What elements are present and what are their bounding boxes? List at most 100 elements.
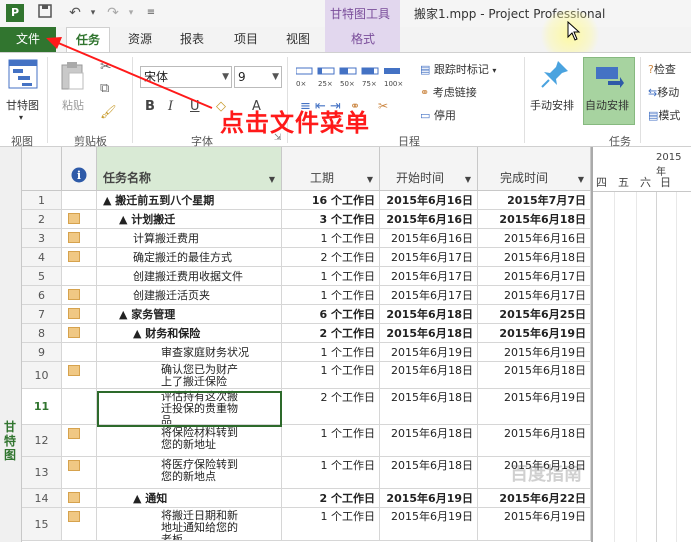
task-finish[interactable]: 2015年6月19日 <box>478 508 591 541</box>
task-duration[interactable]: 1 个工作日 <box>282 267 380 286</box>
header-start[interactable]: 开始时间 ▼ <box>380 147 478 191</box>
row-number[interactable]: 7 <box>22 305 62 324</box>
header-task-name[interactable]: 任务名称 ▼ <box>97 147 282 191</box>
task-finish[interactable]: 2015年6月18日 <box>478 248 591 267</box>
task-finish[interactable]: 2015年6月19日 <box>478 389 591 425</box>
row-number[interactable]: 2 <box>22 210 62 229</box>
task-name-cell[interactable]: 确定搬迁的最佳方式 <box>97 248 282 267</box>
task-finish[interactable]: 2015年7月7日 <box>478 191 591 210</box>
task-duration[interactable]: 2 个工作日 <box>282 389 380 425</box>
row-number[interactable]: 1 <box>22 191 62 210</box>
task-duration[interactable]: 1 个工作日 <box>282 362 380 389</box>
task-name-cell[interactable]: 创建搬迁活页夹 <box>97 286 282 305</box>
indicator-cell[interactable] <box>62 343 97 362</box>
row-number[interactable]: 14 <box>22 489 62 508</box>
indicator-cell[interactable] <box>62 389 97 425</box>
task-start[interactable]: 2015年6月18日 <box>380 425 478 457</box>
task-duration[interactable]: 1 个工作日 <box>282 286 380 305</box>
task-start[interactable]: 2015年6月19日 <box>380 508 478 541</box>
task-duration[interactable]: 2 个工作日 <box>282 489 380 508</box>
task-finish[interactable]: 2015年6月18日 <box>478 362 591 389</box>
task-start[interactable]: 2015年6月17日 <box>380 267 478 286</box>
task-finish[interactable]: 2015年6月17日 <box>478 267 591 286</box>
task-name-cell[interactable]: ▲ 通知 <box>97 489 282 508</box>
task-start[interactable]: 2015年6月16日 <box>380 210 478 229</box>
row-number[interactable]: 13 <box>22 457 62 489</box>
indicator-cell[interactable] <box>62 324 97 343</box>
task-finish[interactable]: 2015年6月17日 <box>478 286 591 305</box>
indicator-cell[interactable] <box>62 305 97 324</box>
task-finish[interactable]: 2015年6月18日 <box>478 425 591 457</box>
indicator-cell[interactable] <box>62 229 97 248</box>
indicator-cell[interactable] <box>62 508 97 541</box>
task-start[interactable]: 2015年6月17日 <box>380 248 478 267</box>
chevron-down-icon[interactable]: ▼ <box>578 175 584 184</box>
row-number[interactable]: 6 <box>22 286 62 305</box>
indicator-cell[interactable] <box>62 210 97 229</box>
task-finish[interactable]: 2015年6月22日 <box>478 489 591 508</box>
row-number[interactable]: 8 <box>22 324 62 343</box>
task-start[interactable]: 2015年6月19日 <box>380 489 478 508</box>
task-duration[interactable]: 6 个工作日 <box>282 305 380 324</box>
task-duration[interactable]: 2 个工作日 <box>282 324 380 343</box>
task-start[interactable]: 2015年6月16日 <box>380 229 478 248</box>
task-start[interactable]: 2015年6月18日 <box>380 457 478 489</box>
indicator-cell[interactable] <box>62 267 97 286</box>
row-number[interactable]: 5 <box>22 267 62 286</box>
task-name-cell[interactable]: 计算搬迁费用 <box>97 229 282 248</box>
task-duration[interactable]: 1 个工作日 <box>282 508 380 541</box>
task-duration[interactable]: 1 个工作日 <box>282 457 380 489</box>
chevron-down-icon[interactable]: ▼ <box>367 175 373 184</box>
task-start[interactable]: 2015年6月18日 <box>380 305 478 324</box>
row-number[interactable]: 9 <box>22 343 62 362</box>
row-number[interactable]: 15 <box>22 508 62 541</box>
chevron-down-icon[interactable]: ▼ <box>465 175 471 184</box>
indicator-cell[interactable] <box>62 248 97 267</box>
header-info[interactable]: i <box>62 147 97 191</box>
indicator-cell[interactable] <box>62 191 97 210</box>
task-finish[interactable]: 2015年6月19日 <box>478 343 591 362</box>
task-finish[interactable]: 2015年6月19日 <box>478 324 591 343</box>
task-name-cell[interactable]: 确认您已为财产上了搬迁保险 <box>97 362 282 389</box>
task-name-cell[interactable]: ▲ 搬迁前五到八个星期 <box>97 191 282 210</box>
task-start[interactable]: 2015年6月16日 <box>380 191 478 210</box>
row-number[interactable]: 10 <box>22 362 62 389</box>
row-number[interactable]: 12 <box>22 425 62 457</box>
row-number[interactable]: 3 <box>22 229 62 248</box>
view-bar-label[interactable]: 甘特图 <box>4 420 18 462</box>
task-name-cell[interactable]: 将医疗保险转到您的新地点 <box>97 457 282 489</box>
task-name-cell[interactable]: 将搬迁日期和新地址通知给您的老板 <box>97 508 282 541</box>
task-name-cell[interactable]: 将保险材料转到您的新地址 <box>97 425 282 457</box>
header-row-selector[interactable] <box>22 147 62 191</box>
task-name-cell[interactable]: ▲ 财务和保险 <box>97 324 282 343</box>
task-start[interactable]: 2015年6月17日 <box>380 286 478 305</box>
task-finish[interactable]: 2015年6月25日 <box>478 305 591 324</box>
task-start[interactable]: 2015年6月18日 <box>380 389 478 425</box>
task-duration[interactable]: 3 个工作日 <box>282 210 380 229</box>
task-duration[interactable]: 1 个工作日 <box>282 425 380 457</box>
indicator-cell[interactable] <box>62 489 97 508</box>
task-duration[interactable]: 2 个工作日 <box>282 248 380 267</box>
indicator-cell[interactable] <box>62 425 97 457</box>
task-finish[interactable]: 2015年6月16日 <box>478 229 591 248</box>
task-name: 确认您已为财产上了搬迁保险 <box>161 363 238 388</box>
header-finish[interactable]: 完成时间 ▼ <box>478 147 591 191</box>
task-start[interactable]: 2015年6月18日 <box>380 362 478 389</box>
task-start[interactable]: 2015年6月18日 <box>380 324 478 343</box>
indicator-cell[interactable] <box>62 362 97 389</box>
task-name-cell[interactable]: ▲ 家务管理 <box>97 305 282 324</box>
task-name-cell[interactable]: ▲ 计划搬迁 <box>97 210 282 229</box>
row-number[interactable]: 11 <box>22 389 62 425</box>
task-name-cell[interactable]: 审查家庭财务状况 <box>97 343 282 362</box>
task-duration[interactable]: 1 个工作日 <box>282 229 380 248</box>
task-duration[interactable]: 1 个工作日 <box>282 343 380 362</box>
indicator-cell[interactable] <box>62 457 97 489</box>
header-duration[interactable]: 工期 ▼ <box>282 147 380 191</box>
task-name-cell[interactable]: 创建搬迁费用收据文件 <box>97 267 282 286</box>
task-start[interactable]: 2015年6月19日 <box>380 343 478 362</box>
task-finish[interactable]: 2015年6月18日 <box>478 210 591 229</box>
task-duration[interactable]: 16 个工作日 <box>282 191 380 210</box>
indicator-cell[interactable] <box>62 286 97 305</box>
row-number[interactable]: 4 <box>22 248 62 267</box>
chevron-down-icon[interactable]: ▼ <box>269 175 275 184</box>
